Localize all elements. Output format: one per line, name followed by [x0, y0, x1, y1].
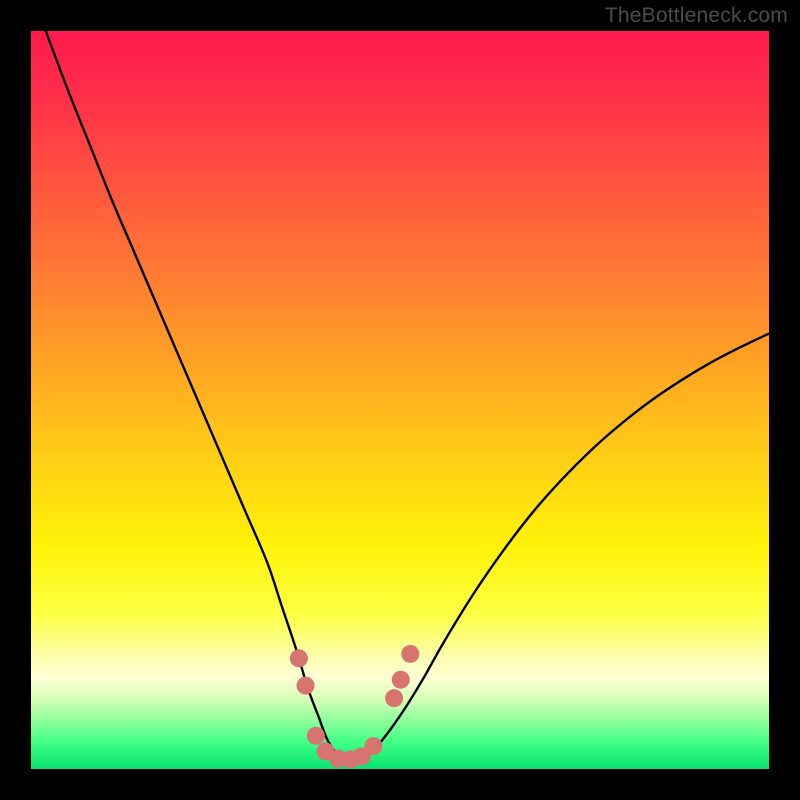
chart-svg	[31, 31, 769, 769]
marker-dot	[392, 671, 410, 689]
marker-dot	[385, 689, 403, 707]
marker-dot	[297, 677, 315, 695]
watermark-text: TheBottleneck.com	[605, 4, 788, 28]
marker-dot	[364, 737, 382, 755]
gradient-background	[31, 31, 769, 769]
marker-dot	[290, 649, 308, 667]
marker-dot	[401, 645, 419, 663]
marker-dot	[307, 727, 325, 745]
outer-frame: TheBottleneck.com	[0, 0, 800, 800]
chart-area	[31, 31, 769, 769]
